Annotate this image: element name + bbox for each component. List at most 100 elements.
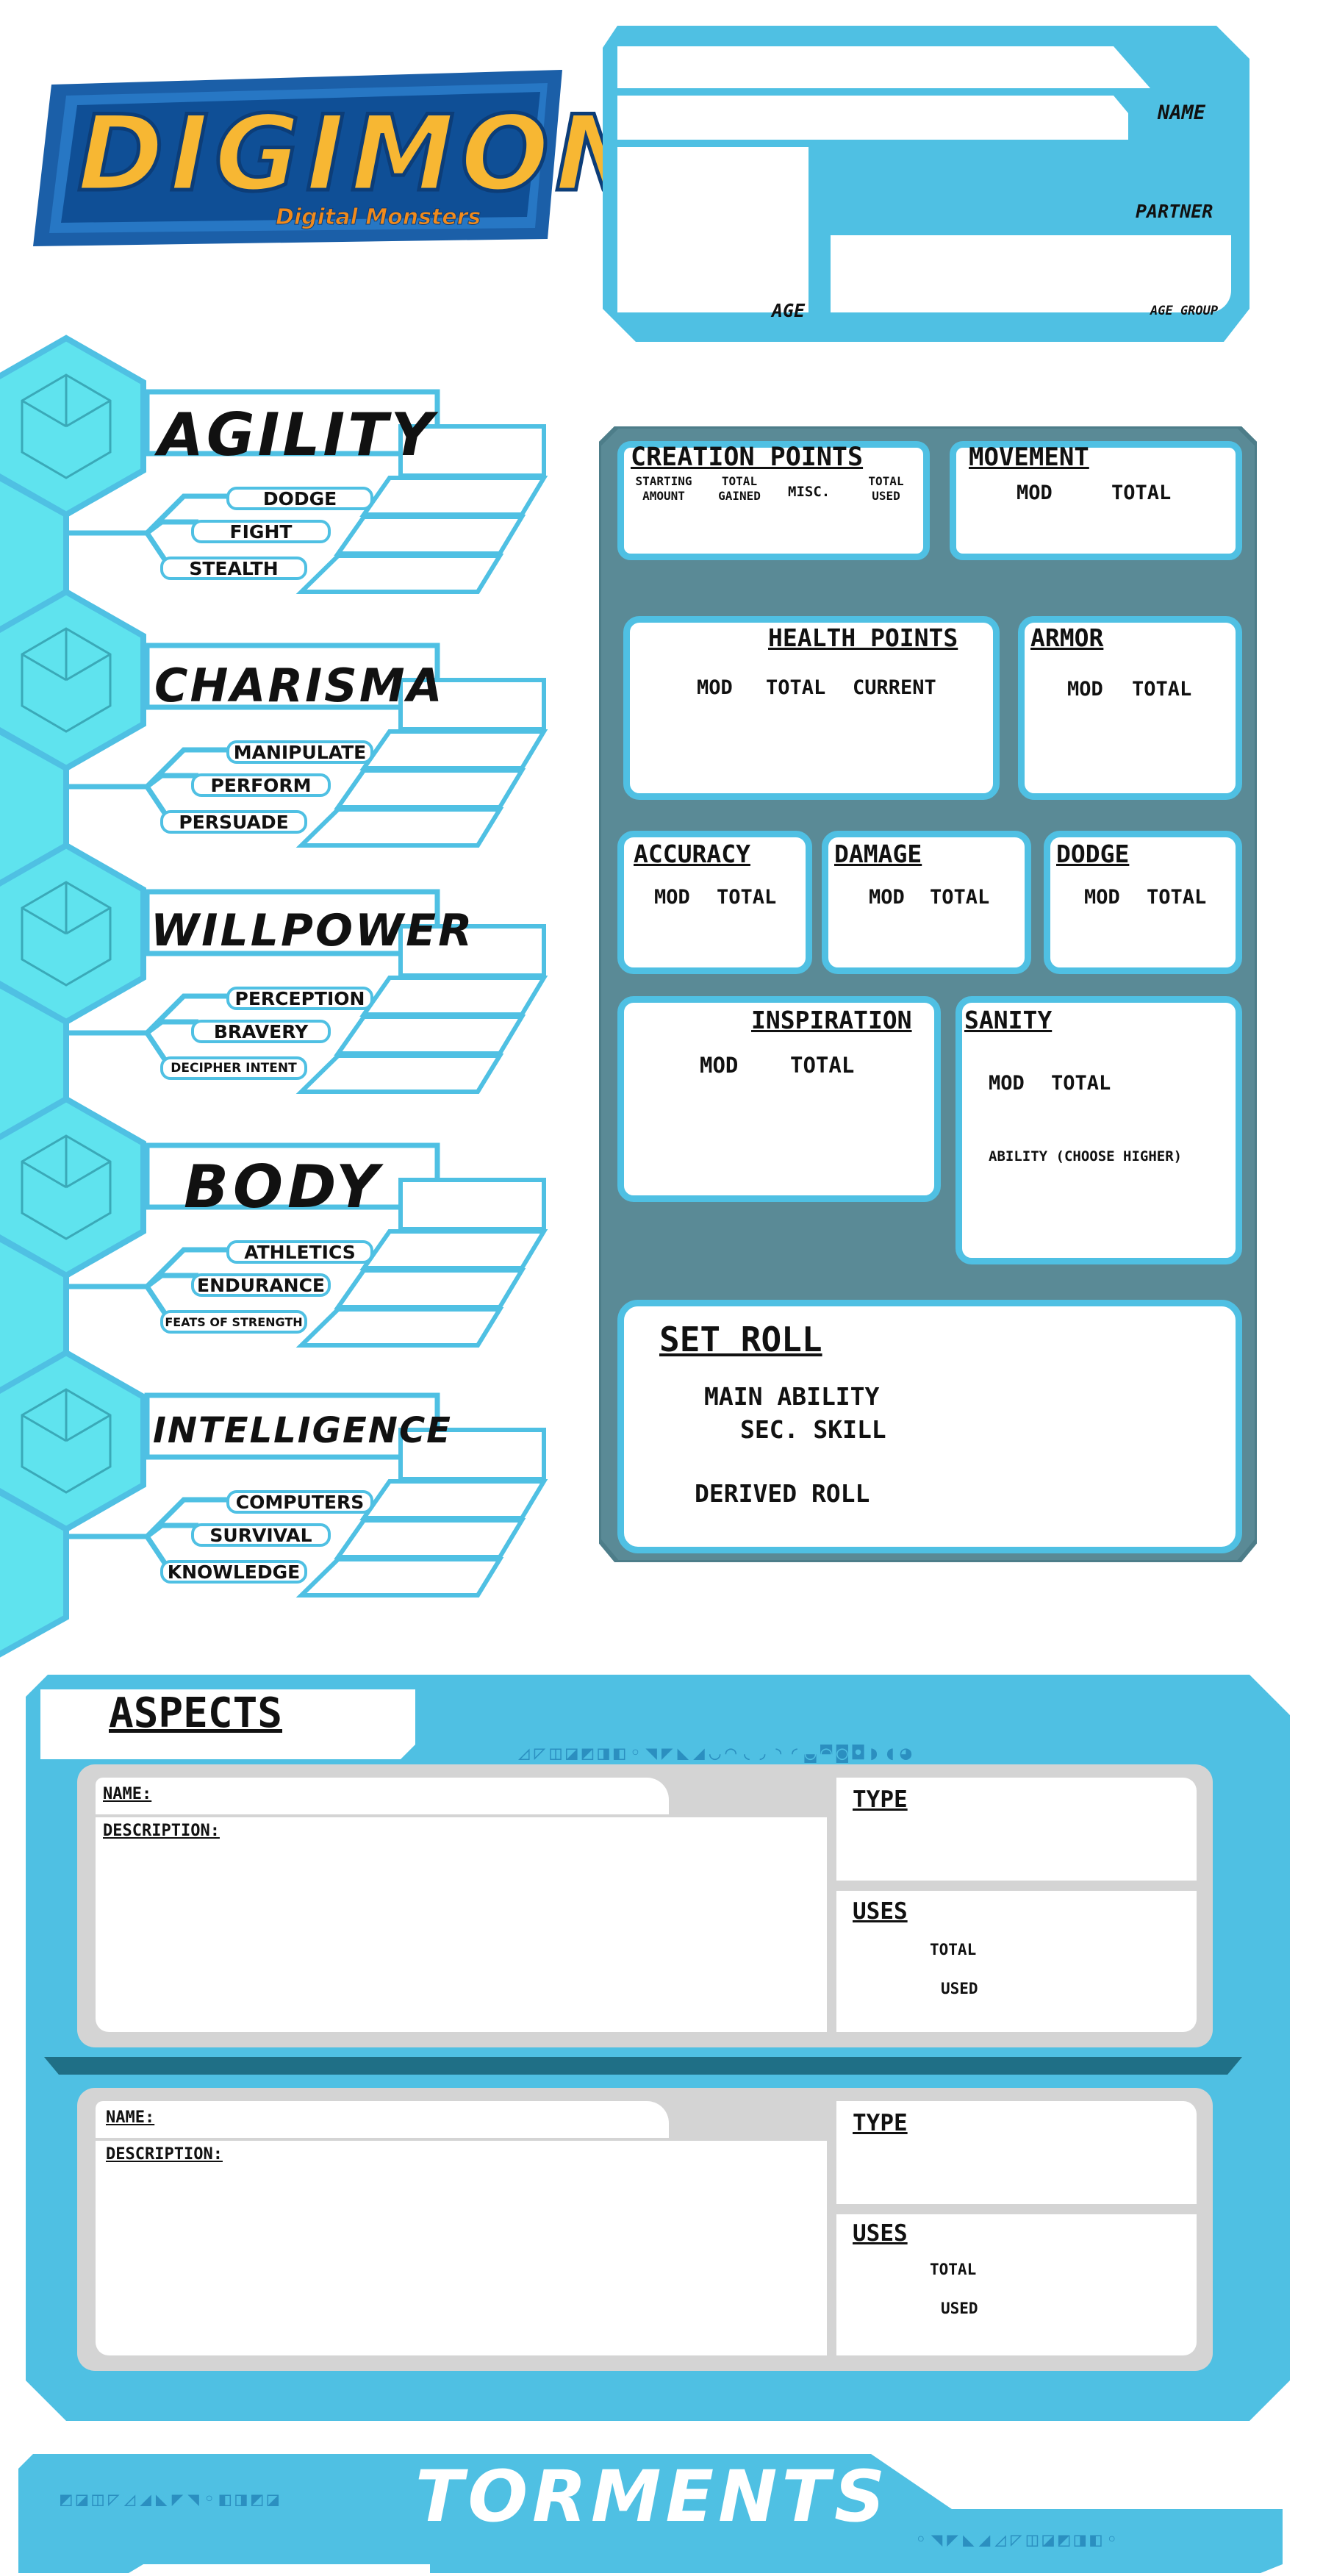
- ability-title-body: BODY: [184, 1153, 384, 1221]
- skill-field-perception[interactable]: [397, 983, 529, 1011]
- aspect-2-name-label: NAME:: [106, 2108, 155, 2127]
- skill-field-bravery[interactable]: [371, 1022, 503, 1050]
- skill-bravery: BRAVERY: [191, 1020, 331, 1043]
- skill-decipher-intent: DECIPHER INTENT: [160, 1056, 307, 1080]
- inspiration-title: INSPIRATION: [751, 1006, 912, 1034]
- name-field[interactable]: [617, 46, 1095, 88]
- damage-mod-label: MOD: [869, 886, 905, 909]
- skill-field-perform[interactable]: [371, 776, 503, 804]
- skill-field-manipulate[interactable]: [397, 737, 529, 765]
- set-roll-title: SET ROLL: [659, 1320, 822, 1359]
- sanity-title: SANITY: [964, 1006, 1053, 1034]
- skill-field-fight[interactable]: [371, 522, 503, 550]
- aspect-1-description-label: DESCRIPTION:: [103, 1822, 220, 1840]
- accuracy-total-label: TOTAL: [717, 886, 777, 909]
- aspect-1-uses-label: USES: [853, 1898, 908, 1925]
- skill-dodge: DODGE: [226, 487, 373, 510]
- skill-field-computers[interactable]: [397, 1486, 529, 1514]
- glyph-strip-torments-right: ◦◥◤◣◢◿◸◫◪◩◨◧◦: [915, 2529, 1122, 2551]
- skill-athletics: ATHLETICS: [226, 1240, 373, 1264]
- sanity-total-label: TOTAL: [1051, 1072, 1111, 1095]
- aspect-2-total-label: TOTAL: [930, 2261, 977, 2278]
- skill-field-persuade[interactable]: [345, 815, 478, 842]
- cp-total-gained: TOTAL GAINED: [718, 474, 761, 503]
- partner-label: PARTNER: [1136, 201, 1213, 222]
- armor-title: ARMOR: [1030, 623, 1104, 652]
- ability-title-charisma: CHARISMA: [154, 659, 445, 712]
- torments-title: TORMENTS: [415, 2455, 890, 2538]
- inspiration-mod-label: MOD: [700, 1053, 739, 1078]
- skill-perform: PERFORM: [191, 773, 331, 797]
- skill-field-dodge[interactable]: [397, 483, 529, 511]
- skill-stealth: STEALTH: [160, 557, 307, 580]
- glyph-strip-aspects: ◿◸◫◪◩◨◧◦◥◤◣◢◡◠◟◞◝◜◛◚◙◘◗◖◕: [518, 1742, 917, 1763]
- sanity-box: [956, 996, 1242, 1264]
- skill-field-decipher-intent[interactable]: [345, 1061, 478, 1089]
- aspect-2-type-label: TYPE: [853, 2110, 908, 2136]
- aspect-1-name-field[interactable]: [96, 1778, 669, 1814]
- skill-persuade: PERSUADE: [160, 810, 307, 834]
- health-total-label: TOTAL: [766, 676, 826, 699]
- accuracy-mod-label: MOD: [654, 886, 690, 909]
- aspect-2-description-field[interactable]: [96, 2141, 827, 2355]
- ability-value-field-willpower[interactable]: [406, 931, 539, 970]
- logo: DIGIMON Digital Monsters: [33, 70, 644, 250]
- skill-field-survival[interactable]: [371, 1525, 503, 1553]
- skill-field-knowledge[interactable]: [345, 1564, 478, 1592]
- skill-field-endurance[interactable]: [371, 1276, 503, 1303]
- sanity-note: ABILITY (CHOOSE HIGHER): [989, 1148, 1183, 1164]
- glyph-strip-torments-left: ◩◪◫◸◿◢◣◤◥◦◧◨◩◪: [60, 2489, 284, 2511]
- skill-knowledge: KNOWLEDGE: [160, 1560, 307, 1584]
- name-label: NAME: [1158, 101, 1206, 124]
- age-label: AGE: [772, 300, 806, 321]
- aspect-1-description-field[interactable]: [96, 1817, 827, 2032]
- armor-mod-label: MOD: [1067, 678, 1103, 701]
- set-roll-main-label: MAIN ABILITY: [704, 1382, 880, 1411]
- accuracy-title: ACCURACY: [634, 840, 750, 868]
- health-points-title: HEALTH POINTS: [768, 623, 958, 652]
- skill-field-stealth[interactable]: [345, 561, 478, 589]
- dodge-total-label: TOTAL: [1147, 886, 1207, 909]
- skill-feats-of-strength: FEATS OF STRENGTH: [160, 1310, 307, 1334]
- age-group-label: AGE GROUP: [1150, 304, 1219, 318]
- age-group-field[interactable]: [845, 235, 1231, 312]
- ability-value-field-charisma[interactable]: [406, 685, 539, 724]
- aspect-1-name-label: NAME:: [103, 1785, 152, 1803]
- dodge-title: DODGE: [1056, 840, 1130, 868]
- cp-starting-amount: STARTING AMOUNT: [635, 474, 692, 503]
- creation-points-title: CREATION POINTS: [631, 443, 864, 472]
- skill-field-athletics[interactable]: [397, 1237, 529, 1264]
- skill-field-feats-of-strength[interactable]: [345, 1314, 478, 1342]
- aspect-2-name-field[interactable]: [96, 2101, 669, 2138]
- ability-block-agility: AGILITY DODGE FIGHT STEALTH: [66, 386, 551, 595]
- sanity-mod-label: MOD: [989, 1072, 1025, 1095]
- aspect-divider: [44, 2057, 1242, 2075]
- ability-block-body: BODY ATHLETICS ENDURANCE FEATS OF STRENG…: [66, 1139, 551, 1349]
- aspect-2-description-label: DESCRIPTION:: [106, 2145, 223, 2164]
- logo-title: DIGIMON: [76, 93, 648, 215]
- skill-survival: SURVIVAL: [191, 1523, 331, 1547]
- damage-title: DAMAGE: [834, 840, 922, 868]
- aspect-2-uses-label: USES: [853, 2220, 908, 2247]
- ability-value-field-agility[interactable]: [406, 432, 539, 471]
- inspiration-total-label: TOTAL: [790, 1053, 855, 1078]
- set-roll-sec-label: SEC. SKILL: [740, 1415, 886, 1444]
- partner-field[interactable]: [617, 96, 1095, 140]
- ability-title-agility: AGILITY: [158, 401, 437, 469]
- health-current-label: CURRENT: [853, 676, 936, 699]
- aspect-1-type-label: TYPE: [853, 1786, 908, 1813]
- skill-endurance: ENDURANCE: [191, 1273, 331, 1297]
- ability-value-field-body[interactable]: [406, 1185, 539, 1224]
- movement-mod-label: MOD: [1017, 482, 1053, 504]
- aspect-2-used-label: USED: [941, 2300, 978, 2317]
- damage-total-label: TOTAL: [930, 886, 990, 909]
- aspect-1-used-label: USED: [941, 1980, 978, 1997]
- skill-computers: COMPUTERS: [226, 1490, 373, 1514]
- set-roll-derived-label: DERIVED ROLL: [695, 1479, 870, 1508]
- cp-total-used: TOTAL USED: [868, 474, 904, 503]
- movement-title: MOVEMENT: [969, 443, 1089, 472]
- aspect-1-total-label: TOTAL: [930, 1941, 977, 1958]
- logo-subtitle: Digital Monsters: [275, 204, 481, 231]
- movement-total-label: TOTAL: [1111, 482, 1172, 504]
- ability-value-field-intelligence[interactable]: [406, 1435, 539, 1474]
